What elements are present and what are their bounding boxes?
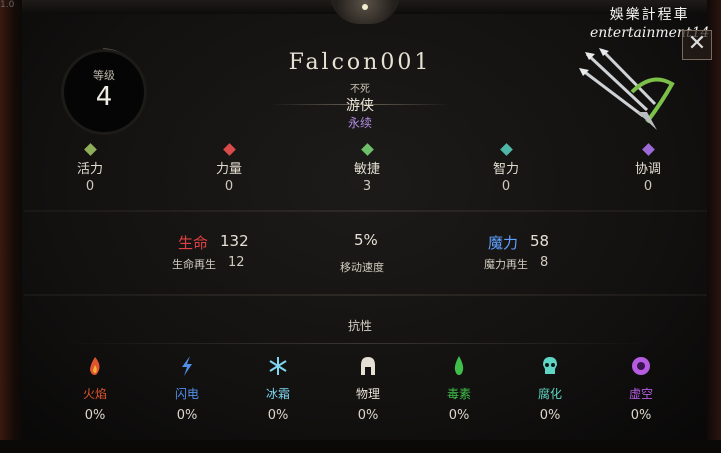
res-physical: 物理 0% [333, 355, 403, 423]
res-label: 闪电 [174, 387, 199, 401]
res-label: 物理 [355, 387, 380, 401]
bottom-frame [0, 440, 721, 453]
res-value: 0% [630, 408, 652, 423]
res-void: 虚空 0% [606, 355, 676, 423]
level-label: 等级 [93, 69, 115, 82]
section-divider [24, 294, 707, 296]
life-regen-label: 生命再生 [172, 258, 216, 271]
res-value: 0% [539, 408, 561, 423]
attr-gem-icon [499, 143, 513, 156]
res-cold: 冰霜 0% [243, 355, 313, 423]
res-value: 0% [357, 408, 379, 423]
level-value: 4 [95, 82, 113, 112]
resistances-divider [60, 343, 660, 344]
fire-icon [90, 357, 100, 375]
res-label: 腐化 [537, 387, 562, 401]
mana-regen-value: 8 [540, 255, 549, 270]
arrows-emblem-icon [579, 48, 675, 130]
move-speed-value: 5% [354, 231, 378, 249]
helmet-icon [361, 357, 375, 375]
res-label: 虚空 [628, 387, 653, 401]
poison-drop-icon [454, 356, 464, 375]
attr-dexterity: 敏捷 3 [327, 143, 407, 194]
attr-gem-icon [641, 143, 655, 156]
attr-vitality: 活力 0 [50, 143, 130, 194]
attr-strength: 力量 0 [189, 143, 269, 194]
void-orb-icon [632, 357, 650, 375]
frame-left [0, 0, 22, 453]
snowflake-icon [269, 357, 287, 375]
section-divider [24, 210, 707, 212]
mana-regen-label: 魔力再生 [484, 258, 528, 271]
character-status: 不死 [350, 84, 370, 95]
res-value: 0% [84, 408, 106, 423]
attr-label: 敏捷 [353, 162, 380, 177]
res-necrotic: 腐化 0% [515, 355, 585, 423]
res-value: 0% [267, 408, 289, 423]
mana-label: 魔力 [488, 234, 519, 252]
life-regen-value: 12 [228, 255, 245, 270]
attr-label: 力量 [215, 162, 242, 177]
res-label: 冰霜 [265, 387, 290, 401]
attr-intelligence: 智力 0 [466, 143, 546, 194]
res-value: 0% [176, 408, 198, 423]
resistances-title: 抗性 [347, 319, 372, 333]
res-fire: 火焰 0% [60, 355, 130, 423]
attr-gem-icon [83, 143, 97, 156]
life-label: 生命 [178, 234, 209, 252]
character-class: 游侠 [346, 98, 374, 114]
attr-label: 协调 [634, 162, 661, 177]
attr-gem-icon [222, 143, 236, 156]
corner-label: 1.0 [0, 0, 15, 10]
res-label: 火焰 [82, 387, 107, 401]
attr-label: 活力 [76, 162, 103, 177]
attr-value: 0 [643, 179, 653, 194]
res-value: 0% [448, 408, 470, 423]
watermark-line1: 娛樂計程車 [609, 7, 690, 23]
attr-attunement: 协调 0 [608, 143, 688, 194]
attr-value: 0 [85, 179, 95, 194]
character-name: Falcon001 [288, 50, 432, 75]
attr-gem-icon [360, 143, 374, 156]
skull-icon [543, 357, 557, 374]
attr-value: 0 [501, 179, 511, 194]
close-button[interactable]: ✕ [682, 30, 712, 60]
life-value: 132 [220, 232, 249, 250]
attr-label: 智力 [492, 162, 519, 177]
character-panel: 1.0 娛樂計程車 entertainment14 ✕ 等级 4 Falcon0… [0, 0, 721, 453]
level-badge: 等级 4 [64, 52, 144, 132]
attr-value: 3 [362, 179, 372, 194]
mana-value: 58 [530, 232, 550, 250]
character-mode: 永续 [347, 116, 372, 130]
move-speed-label: 移动速度 [340, 261, 384, 274]
res-label: 毒素 [446, 387, 471, 401]
attr-value: 0 [224, 179, 234, 194]
top-ornament [330, 0, 400, 24]
frame-right [707, 0, 721, 453]
res-lightning: 闪电 0% [152, 355, 222, 423]
res-poison: 毒素 0% [424, 355, 494, 423]
lightning-icon [182, 356, 192, 376]
